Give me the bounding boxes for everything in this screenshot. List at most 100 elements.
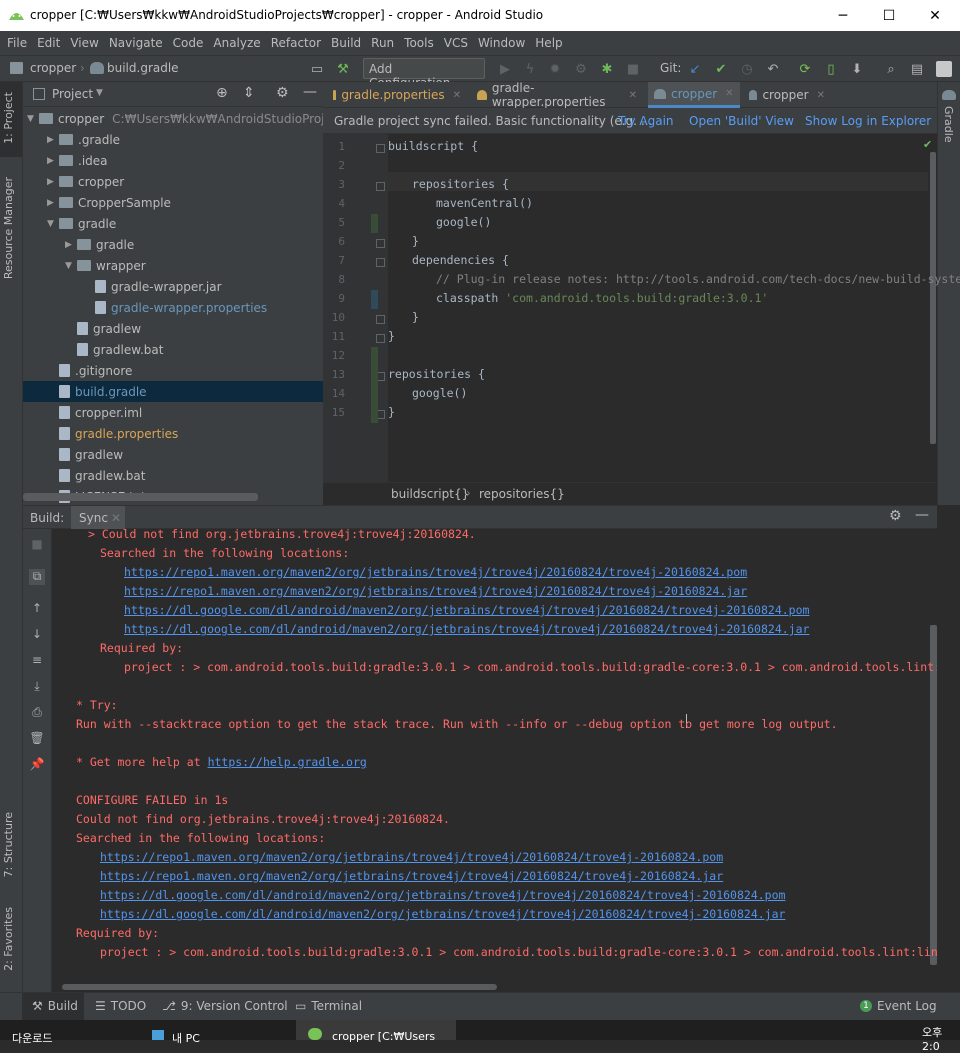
- build-console[interactable]: > Could not find org.jetbrains.trove4j:t…: [52, 529, 937, 992]
- chevron-right-icon[interactable]: ▶: [47, 156, 59, 166]
- console-horizontal-scrollbar[interactable]: [62, 984, 497, 990]
- tree-item[interactable]: ▶ .idea: [23, 150, 323, 171]
- fold-marker-icon[interactable]: [376, 258, 385, 267]
- tree-item[interactable]: gradlew.bat: [23, 339, 323, 360]
- gear-icon[interactable]: ⚙: [276, 85, 289, 101]
- avatar[interactable]: [936, 61, 952, 77]
- minimize-button[interactable]: ─: [820, 0, 866, 31]
- menu-edit[interactable]: Edit: [32, 36, 65, 50]
- menu-run[interactable]: Run: [366, 36, 399, 50]
- hide-panel-icon[interactable]: —: [915, 507, 929, 523]
- tree-item[interactable]: .gitignore: [23, 360, 323, 381]
- profile-icon[interactable]: ⚙: [572, 60, 590, 78]
- tree-item[interactable]: gradlew: [23, 444, 323, 465]
- menu-analyze[interactable]: Analyze: [208, 36, 265, 50]
- up-arrow-icon[interactable]: ↑: [29, 601, 45, 617]
- tree-item[interactable]: gradle-wrapper.properties: [23, 297, 323, 318]
- tree-item[interactable]: build.gradle: [23, 381, 323, 402]
- console-vertical-scrollbar[interactable]: [930, 625, 937, 965]
- console-link[interactable]: https://repo1.maven.org/maven2/org/jetbr…: [100, 869, 723, 883]
- tree-item[interactable]: gradle.properties: [23, 423, 323, 444]
- maximize-button[interactable]: ☐: [866, 0, 912, 31]
- menu-navigate[interactable]: Navigate: [104, 36, 168, 50]
- tree-item-root[interactable]: ▼ cropper C:₩Users₩kkw₩AndroidStudioProjec…: [27, 108, 361, 129]
- chevron-right-icon[interactable]: ▶: [65, 240, 77, 250]
- build-tool-tab[interactable]: ⚒ Build: [32, 999, 78, 1013]
- hide-panel-icon[interactable]: —: [303, 84, 317, 100]
- attach-debugger-icon[interactable]: ✱: [598, 60, 616, 78]
- menu-tools[interactable]: Tools: [399, 36, 439, 50]
- menu-build[interactable]: Build: [326, 36, 366, 50]
- apply-changes-icon[interactable]: ϟ: [521, 60, 539, 78]
- editor-vertical-scrollbar[interactable]: [930, 152, 936, 444]
- search-icon[interactable]: ⌕: [882, 60, 900, 78]
- event-log-tool-tab[interactable]: 1 Event Log: [860, 999, 937, 1013]
- taskbar-my-pc[interactable]: 내 PC: [172, 1030, 200, 1046]
- taskbar-cropper[interactable]: cropper [C:₩Users: [332, 1030, 435, 1043]
- project-view-selector[interactable]: Project: [52, 87, 93, 101]
- breadcrumb-project[interactable]: cropper: [30, 61, 76, 75]
- structure-tool-tab[interactable]: 7: Structure: [2, 812, 15, 877]
- sync-gradle-icon[interactable]: ⟳: [796, 60, 814, 78]
- make-hammer-icon[interactable]: ⚒: [334, 60, 352, 78]
- chevron-right-icon[interactable]: ▶: [47, 177, 59, 187]
- fold-marker-icon[interactable]: [376, 144, 385, 153]
- chevron-right-icon[interactable]: ▶: [47, 198, 59, 208]
- editor-tab[interactable]: cropper ✕: [743, 82, 831, 108]
- try-again-link[interactable]: Try Again: [618, 114, 674, 128]
- down-arrow-icon[interactable]: ↓: [29, 627, 45, 643]
- scroll-to-end-icon[interactable]: ⤓: [29, 679, 45, 695]
- print-icon[interactable]: ⎙: [29, 705, 45, 721]
- tree-item[interactable]: gradle-wrapper.jar: [23, 276, 323, 297]
- menu-refactor[interactable]: Refactor: [266, 36, 326, 50]
- show-log-link[interactable]: Show Log in Explorer: [805, 114, 931, 128]
- chevron-right-icon[interactable]: ▶: [47, 135, 59, 145]
- editor-tab[interactable]: cropper ✕: [648, 82, 740, 108]
- git-revert-icon[interactable]: ↶: [764, 60, 782, 78]
- git-update-icon[interactable]: ↙: [686, 60, 704, 78]
- menu-help[interactable]: Help: [530, 36, 567, 50]
- locate-icon[interactable]: ⊕: [216, 85, 228, 101]
- close-tab-icon[interactable]: ✕: [817, 90, 825, 101]
- git-history-icon[interactable]: ◷: [738, 60, 756, 78]
- menu-vcs[interactable]: VCS: [439, 36, 473, 50]
- tree-item[interactable]: cropper.iml: [23, 402, 323, 423]
- close-tab-icon[interactable]: ✕: [453, 90, 461, 101]
- breadcrumb-buildscript[interactable]: buildscript{}: [391, 487, 469, 501]
- chevron-down-icon[interactable]: ▼: [65, 261, 77, 271]
- tree-item[interactable]: ▶ .gradle: [23, 129, 323, 150]
- editor-tab[interactable]: gradle.properties ✕: [327, 82, 467, 108]
- resource-manager-tool-tab[interactable]: Resource Manager: [2, 177, 15, 279]
- console-link[interactable]: https://dl.google.com/dl/android/maven2/…: [124, 603, 809, 617]
- chevron-down-icon[interactable]: ▼: [96, 88, 103, 98]
- version-control-tool-tab[interactable]: ⎇ 9: Version Control: [162, 999, 288, 1013]
- debug-icon[interactable]: ✹: [546, 60, 564, 78]
- stop-icon[interactable]: ■: [29, 537, 45, 553]
- taskbar-downloads[interactable]: 다운로드: [12, 1030, 52, 1046]
- project-tool-tab[interactable]: 1: Project: [2, 92, 15, 144]
- close-button[interactable]: ✕: [912, 0, 958, 31]
- tree-item[interactable]: ▶ cropper: [23, 171, 323, 192]
- tree-item[interactable]: ▶ CropperSample: [23, 192, 323, 213]
- layout-icon[interactable]: ▭: [308, 60, 326, 78]
- fold-marker-icon[interactable]: [376, 182, 385, 191]
- favorites-tool-tab[interactable]: 2: Favorites: [2, 907, 15, 971]
- soft-wrap-icon[interactable]: ≡: [29, 653, 45, 669]
- sdk-manager-icon[interactable]: ⬇: [848, 60, 866, 78]
- sync-tab[interactable]: Sync: [79, 511, 108, 525]
- menu-file[interactable]: File: [2, 36, 32, 50]
- menu-view[interactable]: View: [65, 36, 103, 50]
- tree-item[interactable]: gradlew: [23, 318, 323, 339]
- close-tab-icon[interactable]: ✕: [629, 90, 637, 101]
- menu-window[interactable]: Window: [473, 36, 530, 50]
- gear-icon[interactable]: ⚙: [889, 508, 902, 524]
- todo-tool-tab[interactable]: ☰ TODO: [95, 999, 146, 1013]
- menu-code[interactable]: Code: [168, 36, 209, 50]
- avd-manager-icon[interactable]: ▯: [822, 60, 840, 78]
- fold-marker-icon[interactable]: [376, 334, 385, 343]
- console-link[interactable]: https://dl.google.com/dl/android/maven2/…: [100, 888, 785, 902]
- console-link[interactable]: https://repo1.maven.org/maven2/org/jetbr…: [124, 584, 747, 598]
- tree-item[interactable]: gradlew.bat: [23, 465, 323, 486]
- close-tab-icon[interactable]: ✕: [111, 511, 121, 525]
- fold-marker-icon[interactable]: [376, 315, 385, 324]
